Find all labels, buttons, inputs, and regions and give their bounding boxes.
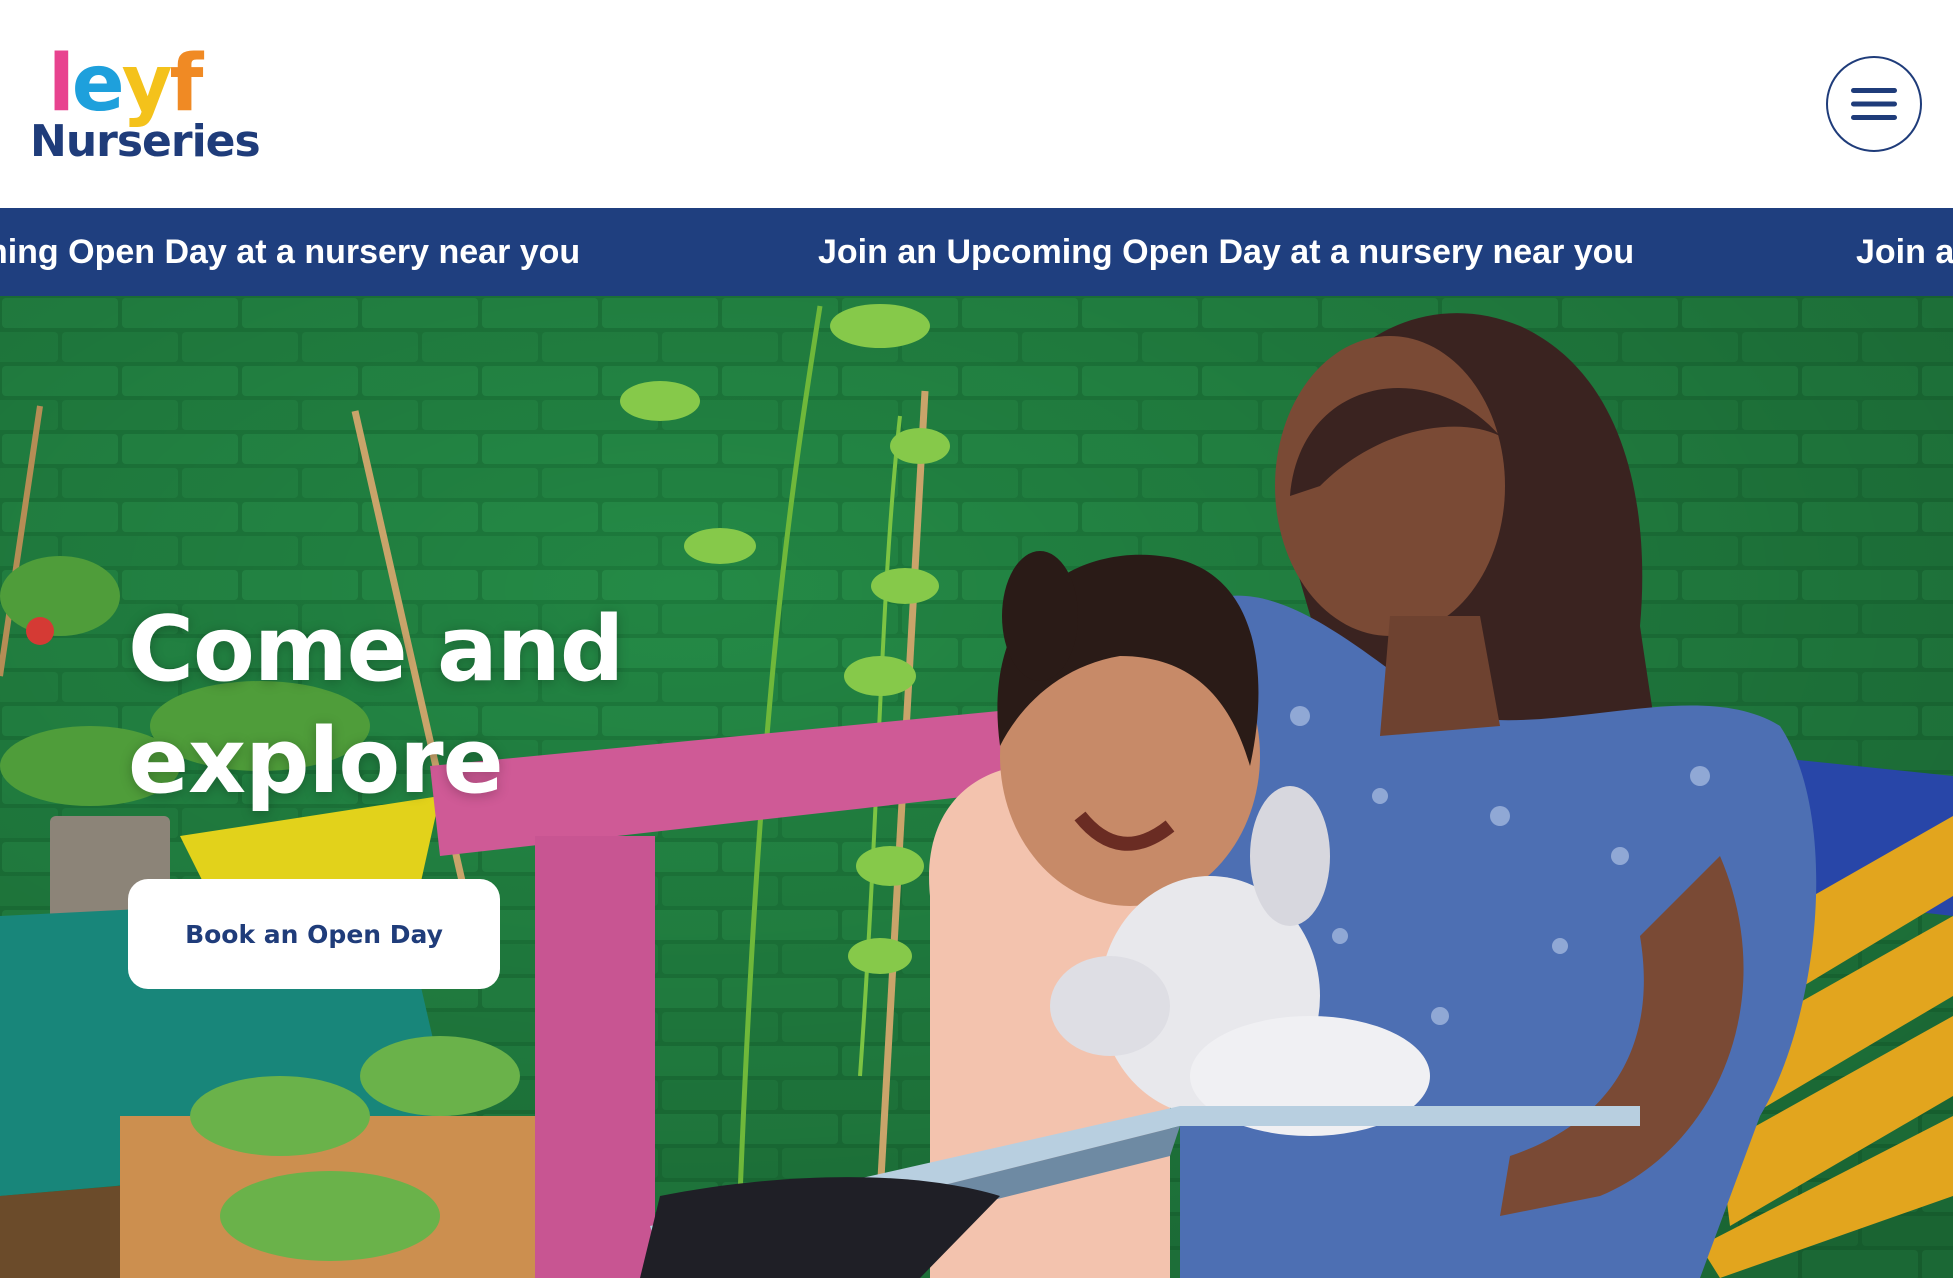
hamburger-icon bbox=[1851, 88, 1897, 120]
hero-title-line: Come and bbox=[128, 597, 624, 702]
site-header: l e y f Nurseries bbox=[0, 0, 1953, 208]
open-day-announcement-ticker[interactable]: Join an Upcoming Open Day at a nursery n… bbox=[0, 208, 1953, 296]
logo-letter: l bbox=[48, 39, 75, 129]
menu-button[interactable] bbox=[1826, 56, 1922, 152]
hero-section: Come and explore Book an Open Day bbox=[0, 296, 1953, 1278]
ticker-item[interactable]: Join an Upcoming Open Day at a nursery n… bbox=[818, 208, 1634, 296]
ticker-item[interactable]: Join an Upcoming Open Day at a nursery n… bbox=[1856, 208, 1953, 296]
book-open-day-button[interactable]: Book an Open Day bbox=[128, 879, 500, 989]
logo-wordmark: l e y f bbox=[48, 39, 204, 129]
hero-title: Come and explore bbox=[128, 594, 748, 818]
leyf-nurseries-logo[interactable]: l e y f Nurseries bbox=[30, 39, 261, 166]
logo-subtitle: Nurseries bbox=[30, 116, 261, 167]
hero-title-line: explore bbox=[128, 709, 504, 814]
logo-letter: e bbox=[71, 39, 125, 129]
ticker-item[interactable]: Join an Upcoming Open Day at a nursery n… bbox=[0, 208, 580, 296]
logo-letter: y bbox=[121, 39, 173, 129]
logo-letter: f bbox=[169, 39, 204, 129]
